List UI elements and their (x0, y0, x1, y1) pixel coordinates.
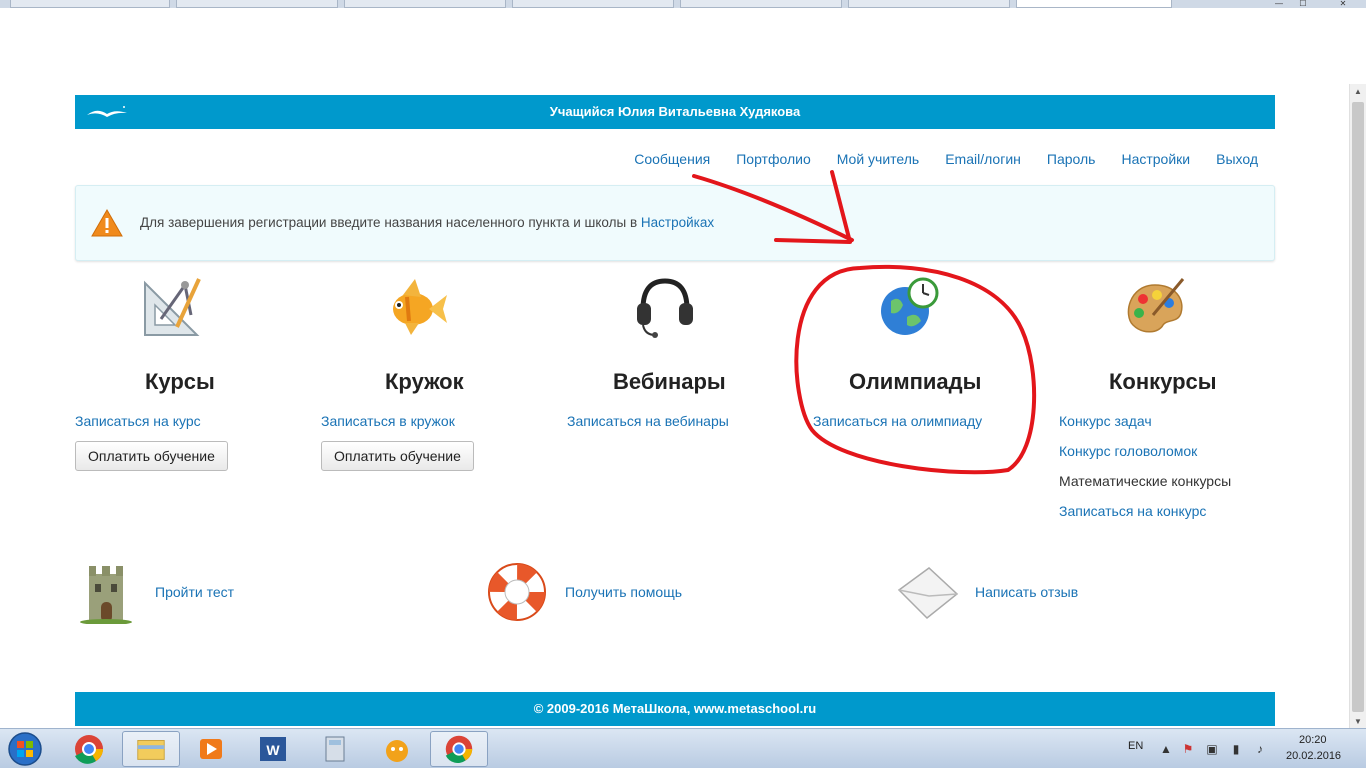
calculator-icon[interactable] (306, 731, 364, 767)
browser-tab[interactable] (176, 0, 338, 8)
language-indicator[interactable]: EN (1128, 740, 1143, 752)
nav-logout[interactable]: Выход (1216, 151, 1258, 167)
nav-my-teacher[interactable]: Мой учитель (837, 151, 919, 167)
contest-problems-link[interactable]: Конкурс задач (1059, 413, 1152, 429)
contests-title: Конкурсы (1109, 369, 1217, 394)
write-feedback-link[interactable]: Написать отзыв (975, 584, 1078, 600)
tray-expand-icon[interactable]: ▲ (1158, 741, 1174, 757)
nav-email-login[interactable]: Email/логин (945, 151, 1021, 167)
browser-tab[interactable] (344, 0, 506, 8)
clock-time[interactable]: 20:20 (1299, 734, 1327, 746)
header-bar: Учащийся Юлия Витальевна Худякова (75, 95, 1275, 129)
club-title: Кружок (385, 369, 464, 394)
contests-signup-link[interactable]: Записаться на конкурс (1059, 503, 1206, 519)
page-scrollbar[interactable]: ▲ ▼ (1349, 84, 1366, 730)
drafting-tools-icon (144, 278, 201, 336)
browser-tab[interactable] (848, 0, 1010, 8)
scroll-up-icon[interactable]: ▲ (1350, 84, 1366, 100)
action-center-icon[interactable]: ⚑ (1180, 741, 1196, 757)
warning-icon (91, 208, 123, 237)
lifebuoy-icon[interactable] (485, 560, 549, 624)
olympiads-title: Олимпиады (849, 369, 982, 394)
chat-icon[interactable] (368, 731, 426, 767)
minimize-button[interactable]: — (1268, 0, 1290, 8)
volume-icon[interactable]: ♪ (1252, 741, 1268, 757)
math-contests-label: Математические конкурсы (1059, 473, 1232, 489)
globe-clock-icon (881, 277, 939, 335)
webinars-title: Вебинары (613, 369, 726, 394)
windows-taskbar: W EN ▲ ⚑ ▣ ▮ ♪ 20:20 20.02.2016 (0, 728, 1366, 768)
start-orb-icon[interactable] (4, 731, 46, 767)
nav-portfolio[interactable]: Портфолио (736, 151, 811, 167)
palette-icon (1127, 278, 1185, 333)
olympiads-signup-link[interactable]: Записаться на олимпиаду (813, 413, 982, 429)
club-signup-link[interactable]: Записаться в кружок (321, 413, 455, 429)
word-icon[interactable]: W (244, 731, 302, 767)
device-icon[interactable]: ▣ (1204, 741, 1220, 757)
headset-icon (637, 278, 693, 338)
nav-password[interactable]: Пароль (1047, 151, 1096, 167)
webinars-signup-link[interactable]: Записаться на вебинары (567, 413, 729, 429)
alert-text: Для завершения регистрации введите назва… (140, 215, 641, 230)
courses-title: Курсы (145, 369, 215, 394)
explorer-icon[interactable] (122, 731, 180, 767)
maximize-button[interactable]: ☐ (1292, 0, 1314, 8)
browser-tab[interactable] (10, 0, 170, 8)
top-navigation: Сообщения Портфолио Мой учитель Email/ло… (634, 151, 1258, 167)
close-button[interactable]: ✕ (1326, 0, 1360, 8)
user-title: Учащийся Юлия Витальевна Худякова (549, 104, 801, 119)
club-pay-button[interactable]: Оплатить обучение (321, 441, 474, 471)
scroll-thumb[interactable] (1352, 102, 1364, 712)
svg-text:W: W (266, 742, 280, 758)
chrome-icon[interactable] (60, 731, 118, 767)
courses-signup-link[interactable]: Записаться на курс (75, 413, 201, 429)
browser-tab[interactable] (512, 0, 674, 8)
nav-settings[interactable]: Настройки (1121, 151, 1190, 167)
footer-bar: © 2009-2016 МетаШкола, www.metaschool.ru (75, 692, 1275, 726)
browser-tab-strip: — ☐ ✕ (0, 0, 1366, 8)
network-icon[interactable]: ▮ (1228, 741, 1244, 757)
nav-messages[interactable]: Сообщения (634, 151, 710, 167)
browser-tab[interactable] (680, 0, 842, 8)
alert-settings-link[interactable]: Настройках (641, 215, 714, 230)
registration-alert: Для завершения регистрации введите назва… (75, 185, 1275, 261)
courses-pay-button[interactable]: Оплатить обучение (75, 441, 228, 471)
contest-puzzles-link[interactable]: Конкурс головоломок (1059, 443, 1197, 459)
goldfish-icon (393, 279, 447, 335)
chrome-icon[interactable] (430, 731, 488, 767)
take-test-link[interactable]: Пройти тест (155, 584, 234, 600)
media-player-icon[interactable] (182, 731, 240, 767)
tower-icon[interactable] (75, 560, 139, 624)
alert-message: Для завершения регистрации введите назва… (140, 215, 714, 230)
get-help-link[interactable]: Получить помощь (565, 584, 682, 600)
clock-date[interactable]: 20.02.2016 (1286, 750, 1341, 762)
browser-tab-active[interactable] (1016, 0, 1172, 8)
envelope-icon[interactable] (895, 560, 959, 624)
